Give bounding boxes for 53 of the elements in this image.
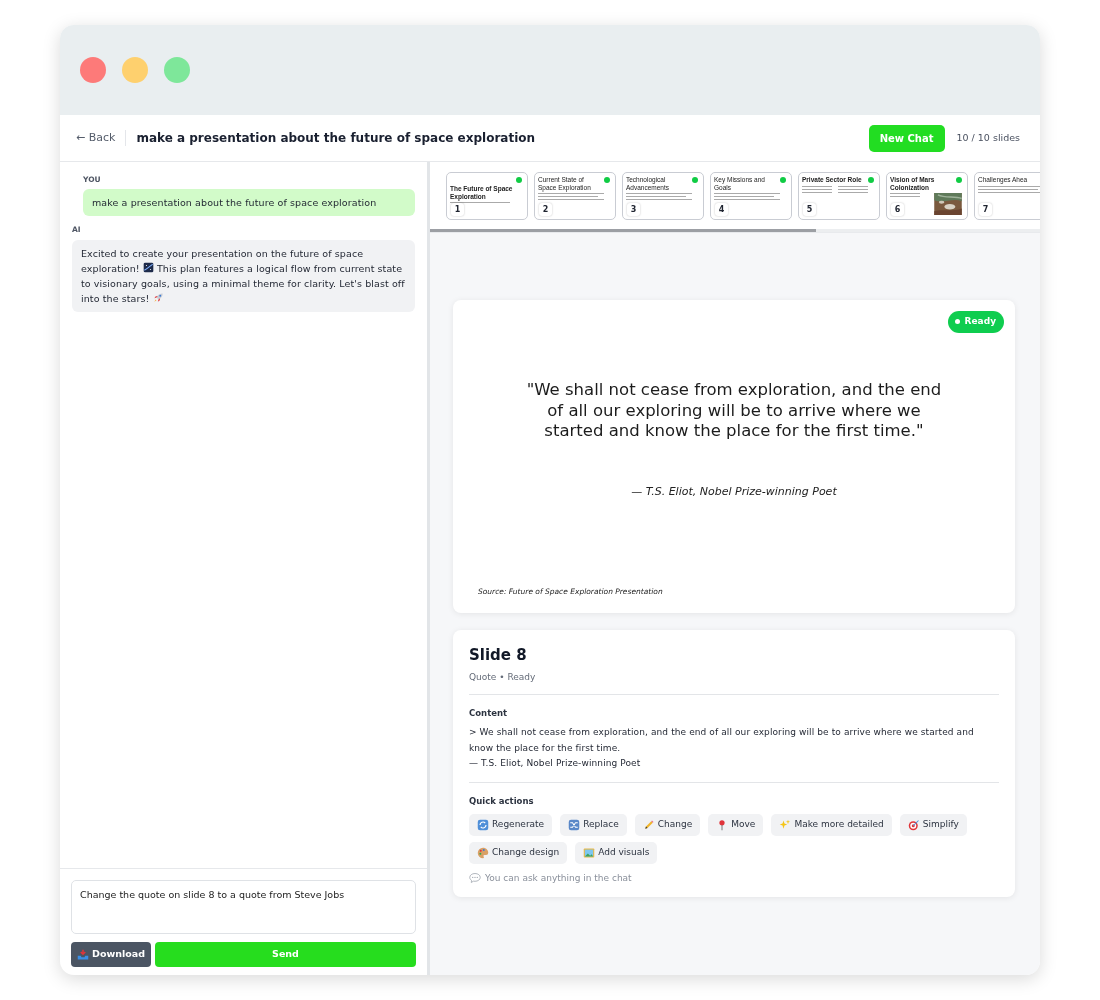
text-lines-drawing — [890, 193, 920, 197]
content-text: — T.S. Eliot, Nobel Prize-winning Poet — [469, 757, 642, 771]
slide-number: 6 — [891, 203, 904, 216]
slide-number: 2 — [539, 203, 552, 216]
status-badge: Ready — [947, 311, 1004, 333]
user-message: make a presentation about the future of space exploration — [83, 189, 415, 217]
slide-attribution: — T.S. Eliot, Nobel Prize-winning Poet — [631, 483, 837, 500]
slide-count: 10 / 10 slides — [956, 130, 1020, 145]
refresh-icon — [477, 818, 489, 831]
slide-number: 7 — [979, 203, 992, 216]
quick-action-button[interactable]: Change — [634, 813, 701, 836]
quick-action-button[interactable]: Make more detailed — [771, 813, 892, 836]
galaxy-icon — [142, 261, 154, 273]
ai-message: Excited to create your presentation on the future of space exploration! This plan features a logical flow from current state to visionary goals, using a minimal theme for clarity. Let's blast off into the stars! — [72, 239, 415, 312]
image-icon — [583, 846, 596, 859]
section-label: Quick actions — [469, 794, 535, 808]
rocket-icon — [152, 291, 164, 303]
slide-quote: "We shall not cease from exploration, and the end of all our exploring will be to arrive where we started and know the place for the first time." — [525, 380, 943, 442]
sparkles-icon — [779, 818, 792, 831]
text-lines-drawing — [538, 193, 604, 200]
text-lines-drawing — [802, 185, 868, 193]
slide-title: Slide 8 — [469, 646, 528, 664]
slide-number: 1 — [451, 203, 464, 216]
quick-action-button[interactable]: Add visuals — [575, 841, 658, 864]
speech-bubble-icon — [469, 872, 481, 885]
hint-text: You can ask anything in the chat — [485, 871, 632, 885]
back-link[interactable]: ← Back — [76, 129, 127, 147]
shuffle-icon — [568, 818, 581, 831]
text-lines-drawing — [714, 193, 780, 200]
close-button[interactable] — [80, 57, 106, 83]
target-icon — [907, 818, 920, 831]
quick-action-button[interactable]: Move — [708, 813, 764, 836]
slide-number: 3 — [627, 203, 640, 216]
zoom-button[interactable] — [164, 57, 190, 83]
palette-icon — [477, 846, 489, 859]
pencil-icon — [642, 818, 655, 831]
content-text: > We shall not cease from exploration, and the end of all our exploring will be to arrive where we started and know the place for the first time. — [469, 726, 975, 755]
quick-action-button[interactable]: Replace — [560, 813, 627, 836]
section-label: Content — [469, 706, 509, 720]
scrollbar[interactable] — [430, 229, 1040, 232]
slide-meta: Quote • Ready — [469, 671, 999, 695]
download-button[interactable]: Download — [71, 942, 151, 967]
inbox-icon — [77, 948, 89, 961]
slide-number: 4 — [715, 203, 728, 216]
quick-action-button[interactable]: Change design — [469, 841, 568, 864]
quick-action-button[interactable]: Regenerate — [469, 813, 553, 836]
slide-number: 5 — [803, 203, 816, 216]
quick-action-button[interactable]: Simplify — [899, 813, 967, 836]
minimize-button[interactable] — [122, 57, 148, 83]
text-lines-drawing — [978, 185, 1040, 193]
chat-title: make a presentation about the future of space exploration — [136, 130, 536, 147]
message-input[interactable]: Change the quote on slide 8 to a quote from Steve Jobs — [71, 880, 416, 934]
text-lines-drawing — [626, 193, 692, 200]
